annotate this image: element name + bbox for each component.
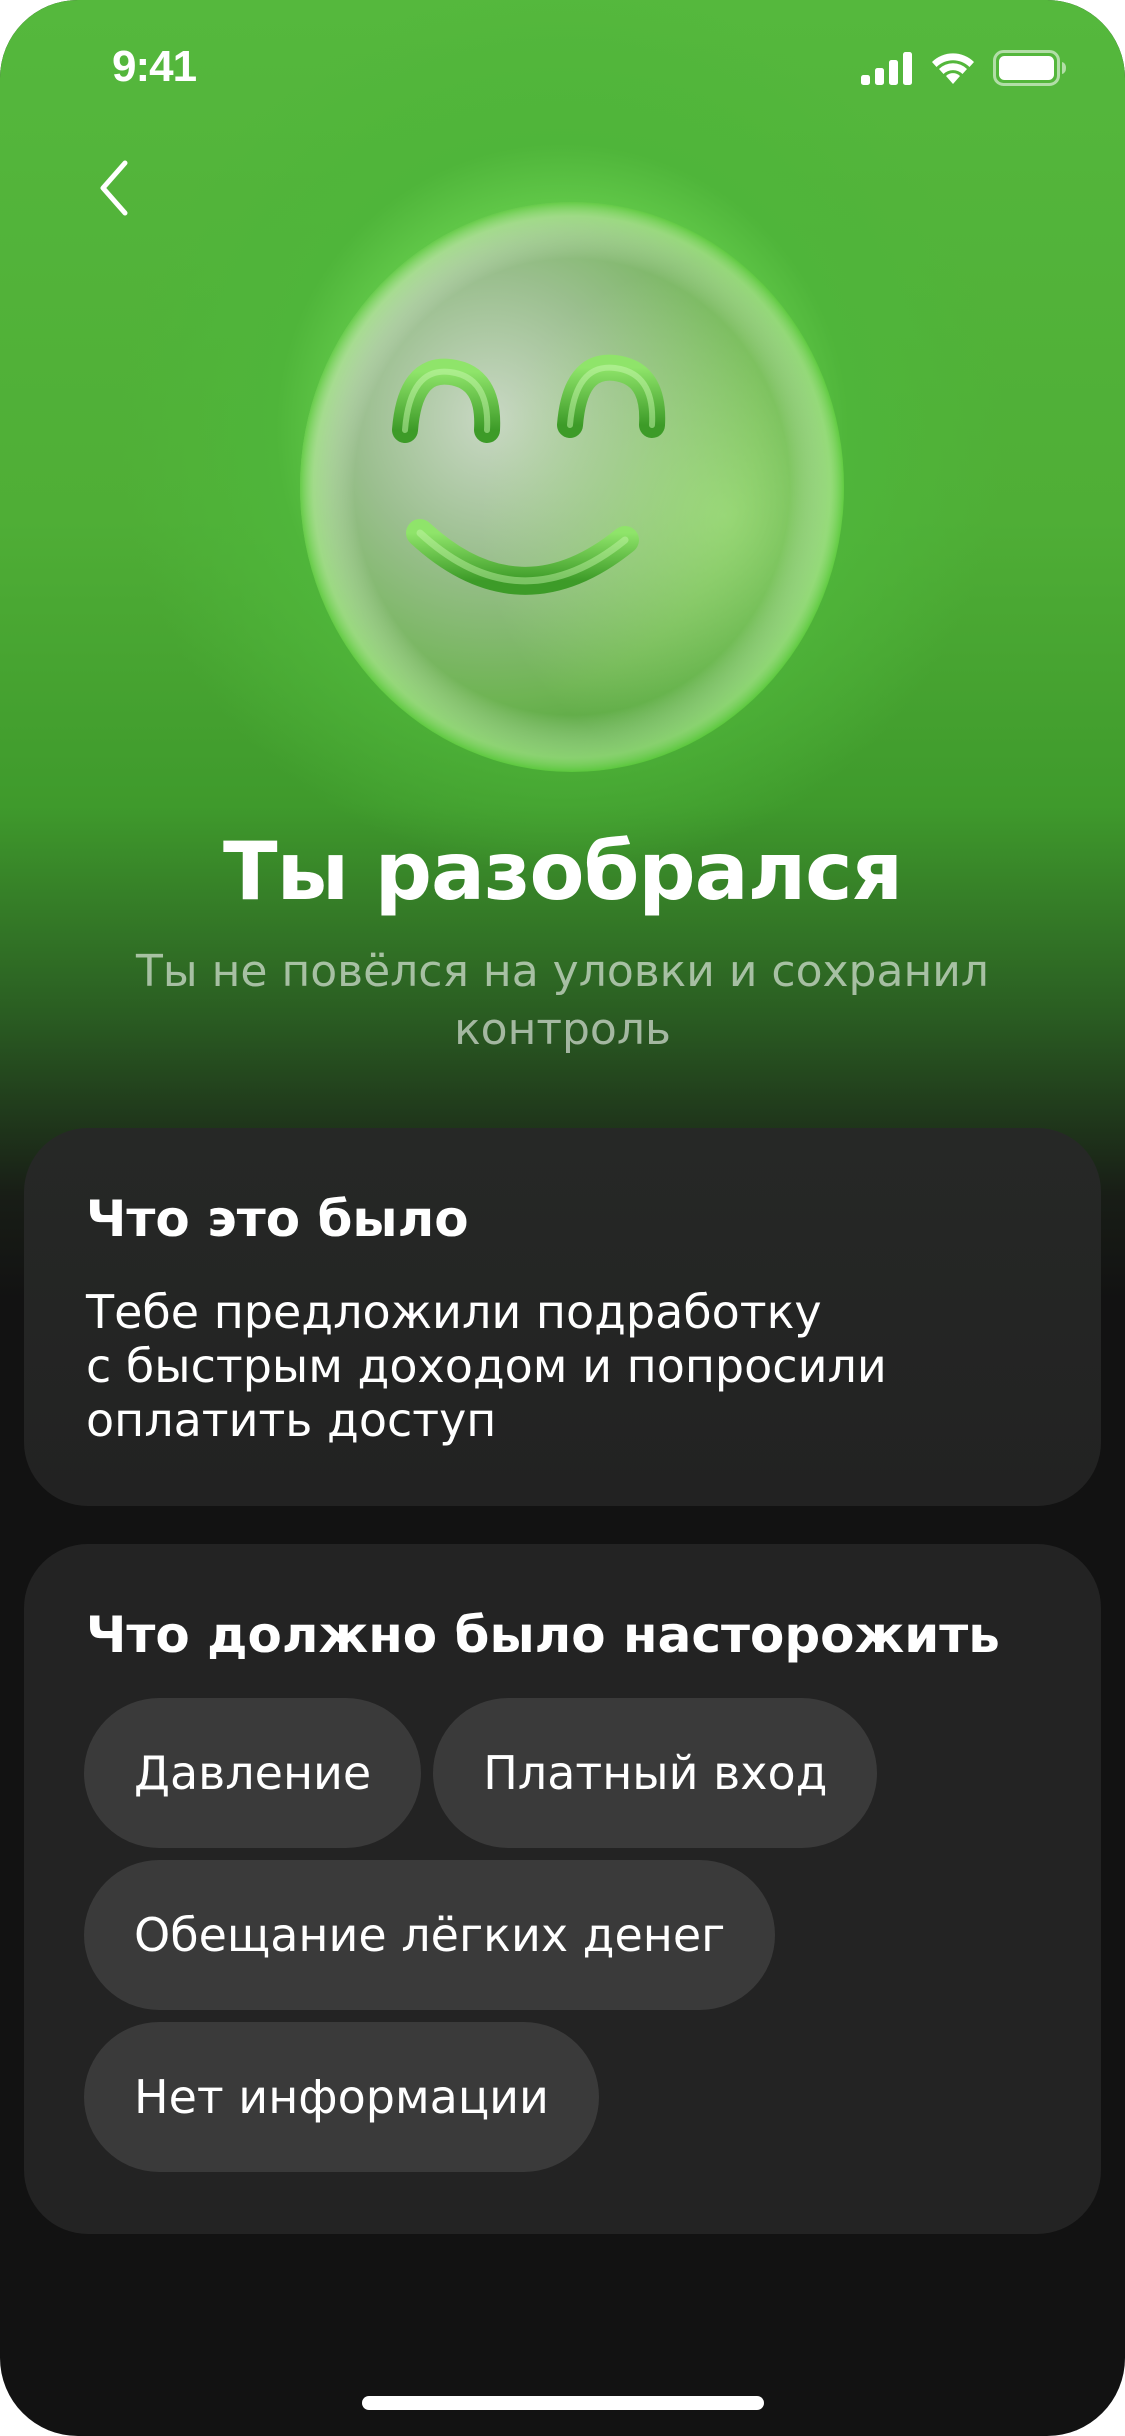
what-happened-line: с быстрым доходом и попросили — [86, 1339, 887, 1393]
result-title: Ты разобрался — [223, 825, 903, 918]
wifi-icon — [929, 51, 977, 90]
tag-pressure: Давление — [84, 1698, 422, 1848]
chevron-left-icon — [97, 159, 131, 222]
what-happened-line: Тебе предложили подработку — [86, 1285, 822, 1339]
status-icons — [861, 49, 1067, 91]
red-flags-title: Что должно было насторожить — [86, 1606, 1000, 1664]
what-happened-title: Что это было — [86, 1190, 469, 1248]
what-happened-line: оплатить доступ — [86, 1393, 497, 1447]
tag-no-information: Нет информации — [84, 2022, 599, 2172]
red-flags-tags: Давление Платный вход Обещание лёгких де… — [84, 1698, 1064, 2184]
smiley-face-icon — [290, 195, 850, 775]
home-indicator[interactable] — [362, 2396, 764, 2410]
status-time: 9:41 — [112, 42, 197, 91]
app-screen: 9:41 Ты разобрался Ты не повёлся на улов… — [0, 0, 1125, 2436]
tag-paid-entry: Платный вход — [433, 1698, 878, 1848]
result-subtitle: Ты не повёлся на уловки и сохранил контр… — [136, 946, 989, 1055]
what-happened-text: Тебе предложили подработку с быстрым дох… — [86, 1285, 986, 1447]
what-happened-card: Что это было Тебе предложили подработку … — [24, 1128, 1101, 1506]
cellular-signal-icon — [861, 51, 913, 90]
status-bar: 9:41 — [0, 0, 1125, 140]
red-flags-card: Что должно было насторожить Давление Пла… — [24, 1544, 1101, 2234]
back-button[interactable] — [78, 150, 150, 230]
tag-easy-money: Обещание лёгких денег — [84, 1860, 776, 2010]
battery-icon — [993, 49, 1067, 91]
